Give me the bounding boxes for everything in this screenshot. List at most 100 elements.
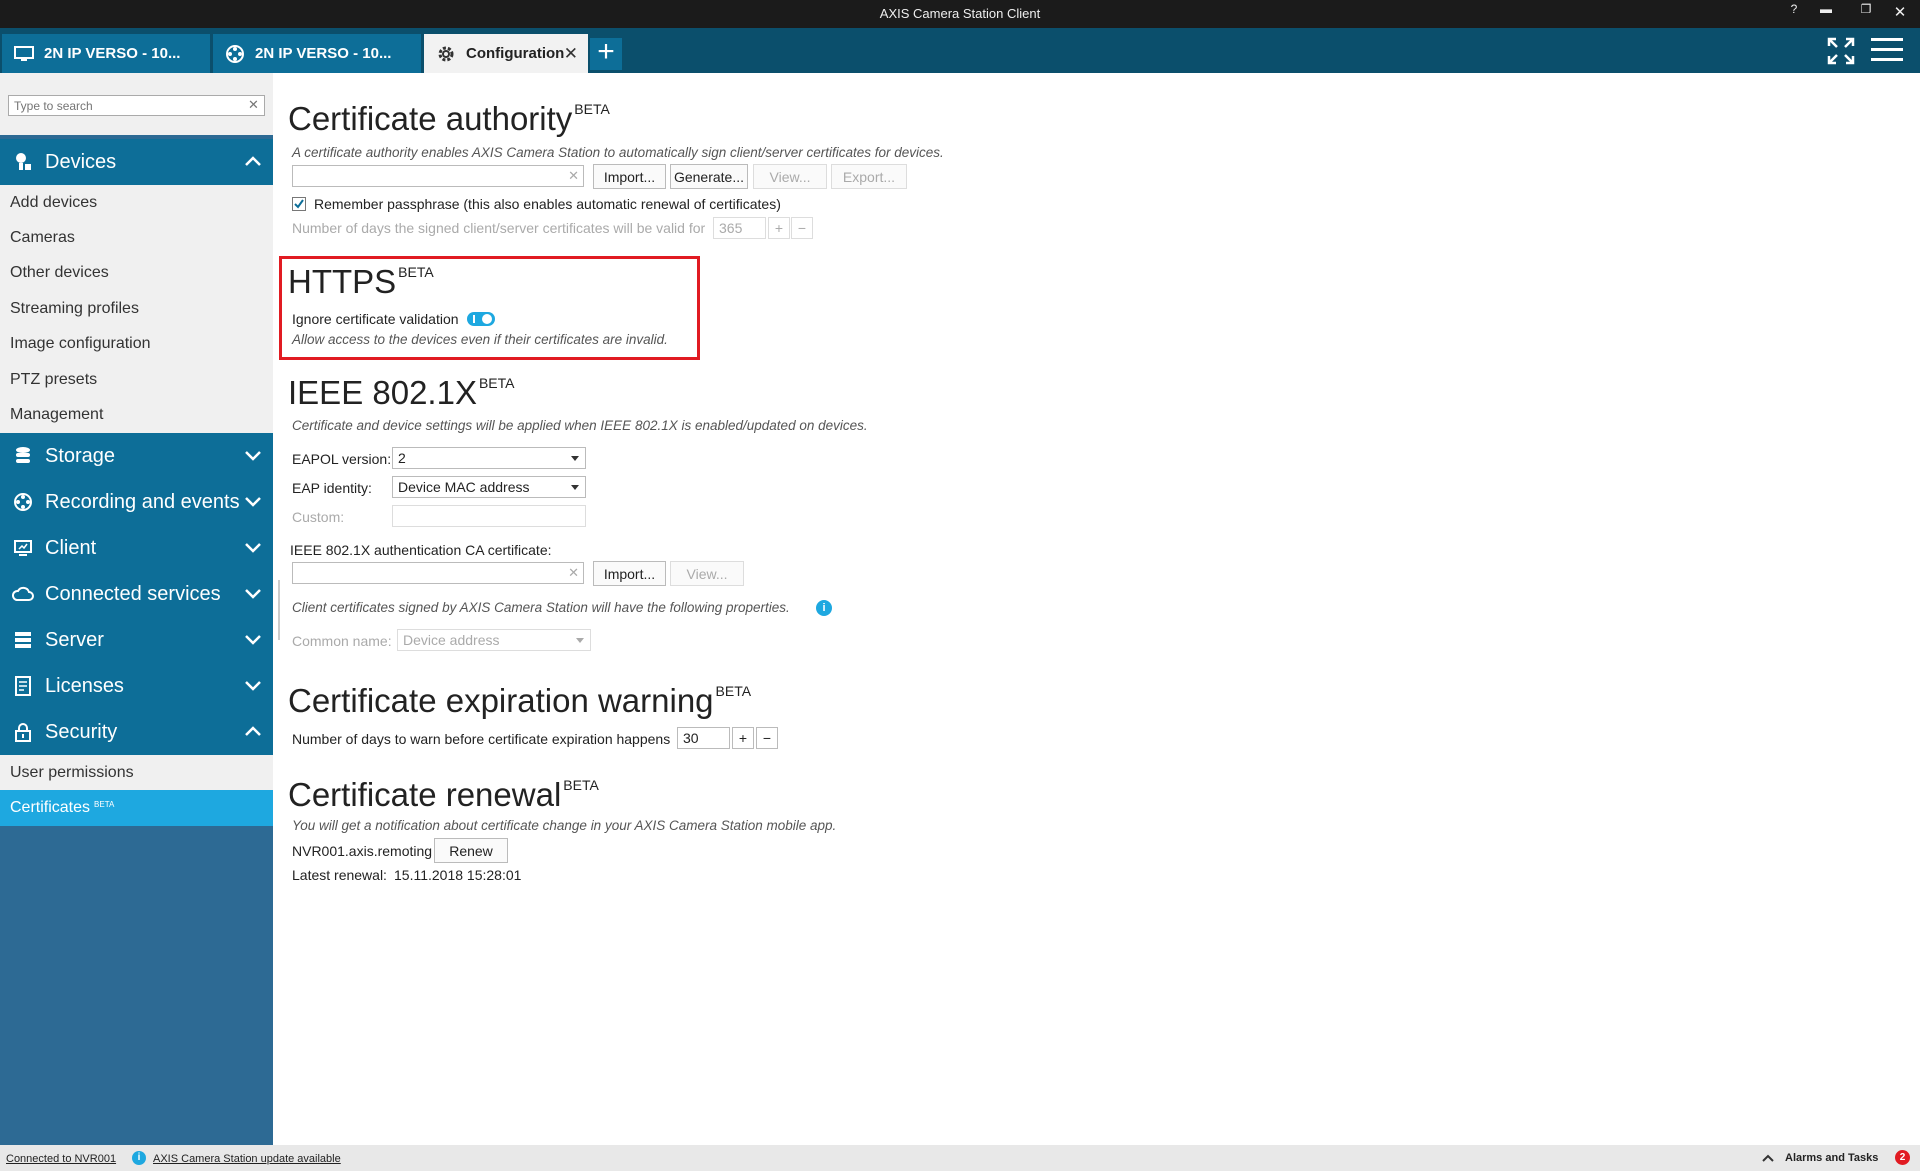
ieee-description: Certificate and device settings will be …	[292, 418, 868, 433]
ca-export-button[interactable]: Export...	[831, 164, 907, 189]
section-label: Storage	[45, 444, 116, 467]
common-name-select[interactable]: Device address	[397, 629, 591, 651]
clear-search-icon[interactable]: ✕	[248, 97, 259, 113]
cloud-icon	[12, 583, 34, 605]
ieee-ca-certificate-label: IEEE 802.1X authentication CA certificat…	[290, 542, 552, 558]
common-name-label: Common name:	[292, 633, 392, 649]
dropdown-arrow-icon	[571, 485, 579, 490]
hamburger-menu-icon[interactable]	[1871, 38, 1903, 64]
close-window-icon[interactable]: ✕	[1884, 3, 1916, 21]
ca-description: A certificate authority enables AXIS Cam…	[292, 145, 944, 160]
expiration-days-input[interactable]: 30	[677, 727, 730, 749]
remember-passphrase-label: Remember passphrase (this also enables a…	[314, 196, 781, 212]
window-title: AXIS Camera Station Client	[879, 6, 1041, 21]
check-icon	[294, 199, 304, 209]
info-icon[interactable]: i	[816, 600, 832, 616]
sidebar-section-recording-and-events[interactable]: Recording and events	[0, 479, 273, 525]
film-reel-icon	[225, 44, 245, 64]
devices-icon	[12, 151, 34, 173]
ca-days-input[interactable]: 365	[713, 217, 766, 239]
eapol-version-select[interactable]: 2	[392, 447, 586, 469]
ieee-import-button[interactable]: Import...	[593, 561, 666, 586]
alarm-count-badge[interactable]: 2	[1895, 1150, 1910, 1165]
sidebar-section-client[interactable]: Client	[0, 525, 273, 571]
ca-certificate-field[interactable]: ✕	[292, 165, 584, 187]
tab-live-view-1[interactable]: 2N IP VERSO - 10...	[2, 34, 210, 73]
section-label: Server	[45, 628, 104, 651]
section-title-certificate-expiration-warning: Certificate expiration warning BETA	[288, 682, 752, 719]
section-title-certificate-renewal: Certificate renewal BETA	[288, 776, 599, 813]
sidebar-item-cameras[interactable]: Cameras	[0, 220, 273, 255]
client-certificates-description: Client certificates signed by AXIS Camer…	[292, 600, 790, 615]
section-title-certificate-authority: Certificate authority BETA	[288, 100, 610, 137]
sidebar-item-add-devices[interactable]: Add devices	[0, 185, 273, 220]
close-tab-icon[interactable]: ✕	[564, 44, 578, 64]
chevron-up-icon	[245, 156, 261, 166]
status-bar: Connected to NVR001 i AXIS Camera Statio…	[0, 1145, 1920, 1171]
monitor-icon	[14, 44, 34, 64]
clear-icon[interactable]: ✕	[568, 565, 579, 581]
sidebar: ✕ Devices Add devices Cameras Other devi…	[0, 73, 273, 1145]
sidebar-item-ptz-presets[interactable]: PTZ presets	[0, 362, 273, 397]
add-tab-button[interactable]: +	[590, 37, 622, 70]
sidebar-item-user-permissions[interactable]: User permissions	[0, 755, 273, 790]
info-icon: i	[132, 1151, 146, 1165]
section-label: Licenses	[45, 674, 124, 697]
ca-import-button[interactable]: Import...	[593, 164, 666, 189]
license-icon	[12, 675, 34, 697]
ca-days-decrement-button[interactable]: −	[791, 217, 813, 239]
dropdown-arrow-icon	[576, 638, 584, 643]
sidebar-item-other-devices[interactable]: Other devices	[0, 256, 273, 291]
latest-renewal-value: 15.11.2018 15:28:01	[394, 867, 522, 883]
ca-generate-button[interactable]: Generate...	[670, 164, 748, 189]
eap-identity-select[interactable]: Device MAC address	[392, 476, 586, 498]
chevron-up-icon[interactable]	[1762, 1153, 1774, 1163]
ca-view-button[interactable]: View...	[753, 164, 827, 189]
section-title-ieee-8021x: IEEE 802.1X BETA	[288, 374, 515, 411]
remember-passphrase-checkbox[interactable]	[292, 197, 306, 211]
chevron-down-icon	[245, 543, 261, 553]
ieee-ca-certificate-field[interactable]: ✕	[292, 562, 584, 584]
expiration-days-decrement-button[interactable]: −	[756, 727, 778, 749]
tab-live-view-2[interactable]: 2N IP VERSO - 10...	[213, 34, 421, 73]
sidebar-item-image-configuration[interactable]: Image configuration	[0, 327, 273, 362]
tab-configuration[interactable]: Configuration ✕	[424, 34, 588, 73]
minimize-icon[interactable]: ▬	[1810, 2, 1842, 16]
connection-status-link[interactable]: Connected to NVR001	[6, 1153, 116, 1165]
tab-label: 2N IP VERSO - 10...	[44, 45, 181, 62]
sidebar-section-devices[interactable]: Devices	[0, 139, 273, 185]
renew-button[interactable]: Renew	[434, 838, 508, 863]
renewal-host-label: NVR001.axis.remoting	[292, 843, 433, 859]
search-area: ✕	[0, 73, 273, 135]
search-input[interactable]	[8, 95, 265, 116]
ca-days-increment-button[interactable]: +	[768, 217, 790, 239]
restore-icon[interactable]: ❐	[1850, 2, 1882, 16]
expiration-days-increment-button[interactable]: +	[732, 727, 754, 749]
sidebar-item-label: Certificates	[10, 799, 91, 817]
title-bar: AXIS Camera Station Client ? ▬ ❐ ✕	[0, 0, 1920, 28]
client-monitor-icon	[12, 537, 34, 559]
section-label: Connected services	[45, 582, 221, 605]
alarms-and-tasks-label[interactable]: Alarms and Tasks	[1785, 1152, 1878, 1164]
sidebar-section-server[interactable]: Server	[0, 617, 273, 663]
eapol-version-label: EAPOL version:	[292, 451, 392, 467]
custom-input[interactable]	[392, 505, 586, 527]
sidebar-section-connected-services[interactable]: Connected services	[0, 571, 273, 617]
sidebar-section-licenses[interactable]: Licenses	[0, 663, 273, 709]
splitter-handle[interactable]	[278, 580, 280, 640]
sidebar-item-certificates[interactable]: Certificates BETA	[0, 790, 273, 826]
tab-label: Configuration	[466, 45, 565, 62]
sidebar-section-security[interactable]: Security	[0, 709, 273, 755]
ca-days-label: Number of days the signed client/server …	[292, 220, 706, 236]
help-icon[interactable]: ?	[1778, 2, 1810, 16]
clear-icon[interactable]: ✕	[568, 168, 579, 184]
section-label: Devices	[45, 150, 117, 173]
sidebar-item-streaming-profiles[interactable]: Streaming profiles	[0, 291, 273, 326]
chevron-down-icon	[245, 589, 261, 599]
sidebar-item-management[interactable]: Management	[0, 397, 273, 432]
update-available-link[interactable]: AXIS Camera Station update available	[153, 1153, 341, 1165]
ieee-view-button[interactable]: View...	[670, 561, 744, 586]
section-label: Client	[45, 536, 97, 559]
sidebar-section-storage[interactable]: Storage	[0, 433, 273, 479]
fullscreen-icon[interactable]	[1826, 36, 1856, 66]
